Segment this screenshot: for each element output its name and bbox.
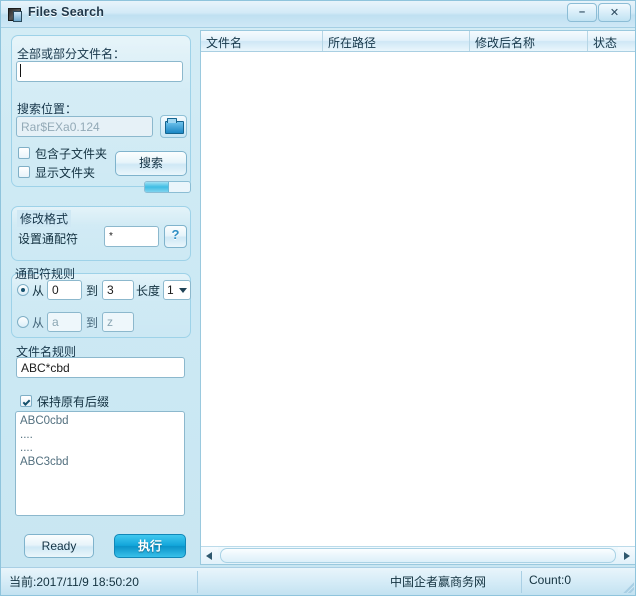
files-search-window: Files Search – ✕ 全部或部分文件名： 搜索位置： 包含子文件夹 … xyxy=(0,0,636,596)
wildcard-input[interactable] xyxy=(104,226,159,247)
window-title: Files Search xyxy=(28,5,104,19)
text-caret xyxy=(20,64,21,77)
browse-folder-button[interactable] xyxy=(160,115,187,138)
column-header-path[interactable]: 所在路径 xyxy=(323,31,470,51)
app-window-icon xyxy=(8,8,21,21)
location-input[interactable] xyxy=(16,116,153,137)
column-header-newname[interactable]: 修改后名称 xyxy=(470,31,588,51)
chevron-down-icon xyxy=(179,288,187,293)
minimize-button[interactable]: – xyxy=(567,3,597,22)
include-subfolders-checkbox[interactable] xyxy=(18,147,30,159)
title-bar: Files Search – ✕ xyxy=(1,1,636,28)
filename-input[interactable] xyxy=(16,61,183,82)
show-folders-checkbox[interactable] xyxy=(18,166,30,178)
column-header-status[interactable]: 状态 xyxy=(588,31,636,51)
results-listview: 文件名 所在路径 修改后名称 状态 xyxy=(200,30,636,565)
listview-header: 文件名 所在路径 修改后名称 状态 xyxy=(201,31,635,52)
alpha-rule-radio[interactable] xyxy=(17,316,29,328)
wildcard-label: 设置通配符 xyxy=(18,230,78,247)
search-progress-bar xyxy=(144,181,191,193)
alpha-from-label: 从 xyxy=(32,314,44,331)
include-subfolders-label: 包含子文件夹 xyxy=(35,145,107,162)
numeric-rule-radio[interactable] xyxy=(17,284,29,296)
numeric-to-label: 到 xyxy=(86,282,98,299)
preview-line: ABC3cbd xyxy=(20,456,180,470)
keep-suffix-label: 保持原有后缀 xyxy=(37,393,109,410)
arrow-right-icon xyxy=(624,552,630,560)
preview-line: .... xyxy=(20,442,180,456)
ready-button[interactable]: Ready xyxy=(24,534,94,558)
question-mark-icon: ? xyxy=(165,227,186,242)
execute-button[interactable]: 执行 xyxy=(114,534,186,558)
numeric-from-label: 从 xyxy=(32,282,44,299)
status-count: Count:0 xyxy=(529,573,571,587)
filename-label: 全部或部分文件名： xyxy=(17,45,125,62)
folder-icon xyxy=(165,121,184,134)
location-label: 搜索位置： xyxy=(17,100,77,117)
status-divider xyxy=(197,571,198,593)
numeric-to-input[interactable] xyxy=(102,280,134,300)
scrollbar-thumb[interactable] xyxy=(220,548,616,563)
arrow-left-icon xyxy=(206,552,212,560)
show-folders-label: 显示文件夹 xyxy=(35,164,95,181)
status-current-time: 当前:2017/11/9 18:50:20 xyxy=(9,573,139,590)
status-bar: 当前:2017/11/9 18:50:20 中国企者赢商务网 Count:0 xyxy=(1,567,636,595)
status-brand: 中国企者赢商务网 xyxy=(390,573,486,590)
length-label: 长度 xyxy=(136,282,160,299)
alpha-to-label: 到 xyxy=(86,314,98,331)
length-select[interactable]: 1 xyxy=(163,280,191,300)
name-rule-input[interactable] xyxy=(16,357,185,378)
alpha-from-input[interactable] xyxy=(47,312,82,332)
wildcard-help-button[interactable]: ? xyxy=(164,225,187,248)
preview-list[interactable]: ABC0cbd .... .... ABC3cbd xyxy=(15,411,185,516)
scroll-left-button[interactable] xyxy=(201,547,218,564)
close-button[interactable]: ✕ xyxy=(598,3,631,22)
listview-body[interactable] xyxy=(201,52,635,545)
scroll-right-button[interactable] xyxy=(618,547,635,564)
column-header-filename[interactable]: 文件名 xyxy=(201,31,323,51)
keep-suffix-checkbox[interactable] xyxy=(20,395,32,407)
horizontal-scrollbar[interactable] xyxy=(201,546,635,564)
alpha-to-input[interactable] xyxy=(102,312,134,332)
format-group-label: 修改格式 xyxy=(17,210,71,227)
search-progress-fill xyxy=(145,182,169,192)
minimize-icon: – xyxy=(568,6,596,18)
preview-line: .... xyxy=(20,429,180,443)
status-divider xyxy=(521,571,522,593)
resize-grip-icon[interactable] xyxy=(621,580,634,593)
close-icon: ✕ xyxy=(599,6,630,19)
preview-line: ABC0cbd xyxy=(20,415,180,429)
numeric-from-input[interactable] xyxy=(47,280,82,300)
search-button[interactable]: 搜索 xyxy=(115,151,187,176)
length-value: 1 xyxy=(167,283,174,297)
